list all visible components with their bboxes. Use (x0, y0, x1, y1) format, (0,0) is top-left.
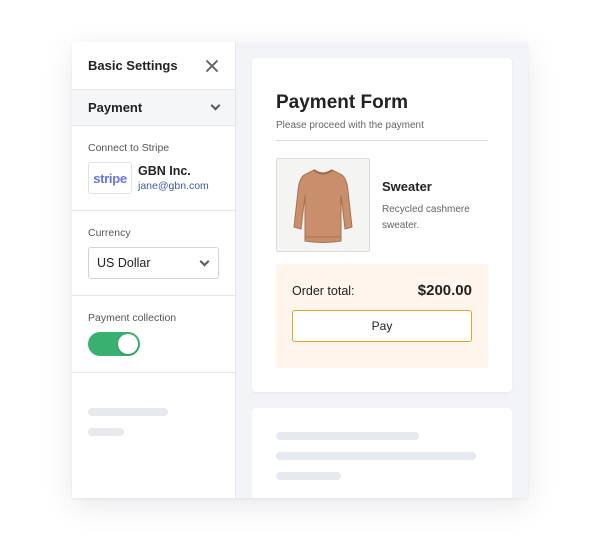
connect-label: Connect to Stripe (88, 142, 170, 154)
order-total-label: Order total: (292, 284, 355, 298)
payment-form-card: Payment Form Please proceed with the pay… (252, 58, 512, 392)
chevron-down-icon (199, 256, 210, 266)
pay-button[interactable]: Pay (292, 310, 472, 342)
toggle-knob (118, 334, 138, 354)
product-description: Recycled cashmere sweater. (382, 204, 470, 231)
currency-select[interactable]: US Dollar (88, 247, 219, 279)
section-title: Payment (88, 100, 143, 115)
placeholder-line (88, 408, 168, 416)
placeholder-line (276, 432, 419, 440)
divider (276, 140, 488, 141)
placeholder-line (276, 452, 476, 460)
company-name: GBN Inc. (138, 164, 191, 178)
payment-section-toggle[interactable]: Payment (72, 90, 235, 126)
currency-label: Currency (88, 227, 131, 239)
collection-label: Payment collection (88, 312, 177, 324)
order-summary: Order total: $200.00 Pay (276, 264, 488, 368)
product-name: Sweater (382, 179, 432, 194)
form-title: Payment Form (276, 92, 408, 113)
settings-sidebar: Basic Settings Payment Connect to Stripe… (72, 42, 236, 498)
placeholder-line (276, 472, 341, 480)
sidebar-title: Basic Settings (88, 58, 178, 73)
payment-collection-toggle[interactable] (88, 332, 140, 356)
order-total-value: $200.00 (417, 282, 472, 299)
chevron-down-icon (210, 100, 221, 111)
stripe-account[interactable]: stripe GBN Inc. jane@gbn.com (88, 162, 219, 210)
currency-value: US Dollar (97, 256, 151, 270)
placeholder-line (88, 428, 124, 436)
stripe-account-info: GBN Inc. jane@gbn.com (138, 164, 209, 192)
payment-collection-setting: Payment collection (72, 296, 235, 373)
app-window: Basic Settings Payment Connect to Stripe… (72, 42, 528, 498)
account-email: jane@gbn.com (138, 180, 209, 192)
stripe-logo: stripe (88, 162, 132, 194)
stripe-connection: Connect to Stripe stripe GBN Inc. jane@g… (72, 126, 235, 211)
currency-setting: Currency US Dollar (72, 211, 235, 296)
product-image (276, 158, 370, 252)
placeholder-card (252, 408, 512, 498)
sweater-icon (293, 169, 353, 243)
sidebar-header: Basic Settings (72, 42, 235, 90)
form-subtitle: Please proceed with the payment (276, 120, 424, 131)
close-icon[interactable] (205, 59, 219, 73)
